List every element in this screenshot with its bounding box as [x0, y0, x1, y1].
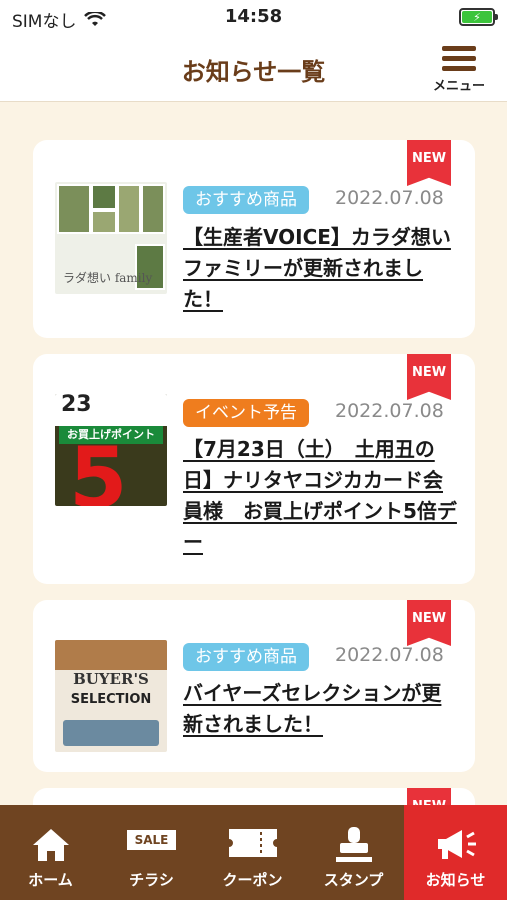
flyer-sale-icon: SALE	[101, 827, 202, 863]
nav-label: お知らせ	[425, 871, 486, 889]
home-icon	[0, 827, 101, 863]
news-thumbnail: ラダ想い family	[55, 182, 167, 294]
news-date: 2022.07.08	[335, 400, 444, 422]
menu-button[interactable]: メニュー	[427, 44, 491, 98]
new-badge: NEW	[407, 354, 451, 400]
nav-news[interactable]: お知らせ	[404, 805, 507, 900]
new-badge: NEW	[407, 600, 451, 646]
category-tag: イベント予告	[183, 399, 309, 427]
news-thumbnail: BUYER'S SELECTION	[55, 640, 167, 752]
news-title-link[interactable]: 【7月23日（土） 土用丑の日】ナリタヤコジカカード会員様 お買上げポイント5倍…	[183, 434, 461, 558]
thumbnail-caption: ラダ想い family	[63, 271, 153, 285]
nav-flyer[interactable]: SALE チラシ	[101, 805, 202, 900]
news-card[interactable]: NEW BUYER'S SELECTION おすすめ商品 2022.07.08 …	[33, 600, 475, 772]
new-badge: NEW	[407, 140, 451, 186]
coupon-ticket-icon	[202, 827, 303, 863]
category-tag: おすすめ商品	[183, 186, 309, 214]
thumbnail-big-number: 5	[69, 429, 128, 506]
nav-label: クーポン	[222, 871, 283, 889]
app-header: お知らせ一覧 メニュー	[0, 34, 507, 102]
nav-coupon[interactable]: クーポン	[202, 805, 303, 900]
news-thumbnail: 23 お買上げポイント 5	[55, 394, 167, 506]
thumbnail-line1: BUYER'S	[73, 670, 149, 688]
news-date: 2022.07.08	[335, 644, 444, 666]
status-bar: SIMなし 14:58 ⚡	[0, 0, 507, 34]
nav-stamp[interactable]: スタンプ	[303, 805, 404, 900]
thumbnail-line2: SELECTION	[70, 692, 152, 707]
nav-label: スタンプ	[323, 871, 384, 889]
nav-label: チラシ	[129, 871, 174, 889]
stamp-icon	[303, 827, 404, 863]
news-card[interactable]: NEW 23 お買上げポイント 5 イベント予告 2022.07.08 【7月2…	[33, 354, 475, 584]
sale-text: SALE	[126, 830, 177, 850]
news-title-link[interactable]: 【生産者VOICE】カラダ想いファミリーが更新されました！	[183, 222, 461, 315]
menu-label: メニュー	[432, 79, 485, 94]
news-card[interactable]: NEW ラダ想い family おすすめ商品 2022.07.08 【生産者VO…	[33, 140, 475, 338]
hamburger-icon	[442, 46, 476, 71]
news-title-link[interactable]: バイヤーズセレクションが更新されました！	[183, 678, 461, 740]
megaphone-icon	[404, 827, 507, 863]
nav-home[interactable]: ホーム	[0, 805, 101, 900]
news-date: 2022.07.08	[335, 187, 444, 209]
category-tag: おすすめ商品	[183, 643, 309, 671]
thumbnail-date-number: 23	[61, 394, 92, 417]
nav-label: ホーム	[28, 871, 73, 889]
bottom-nav: ホーム SALE チラシ クーポン スタンプ お知らせ	[0, 805, 507, 900]
clock: 14:58	[224, 6, 283, 27]
battery-charging-icon: ⚡	[459, 8, 498, 26]
